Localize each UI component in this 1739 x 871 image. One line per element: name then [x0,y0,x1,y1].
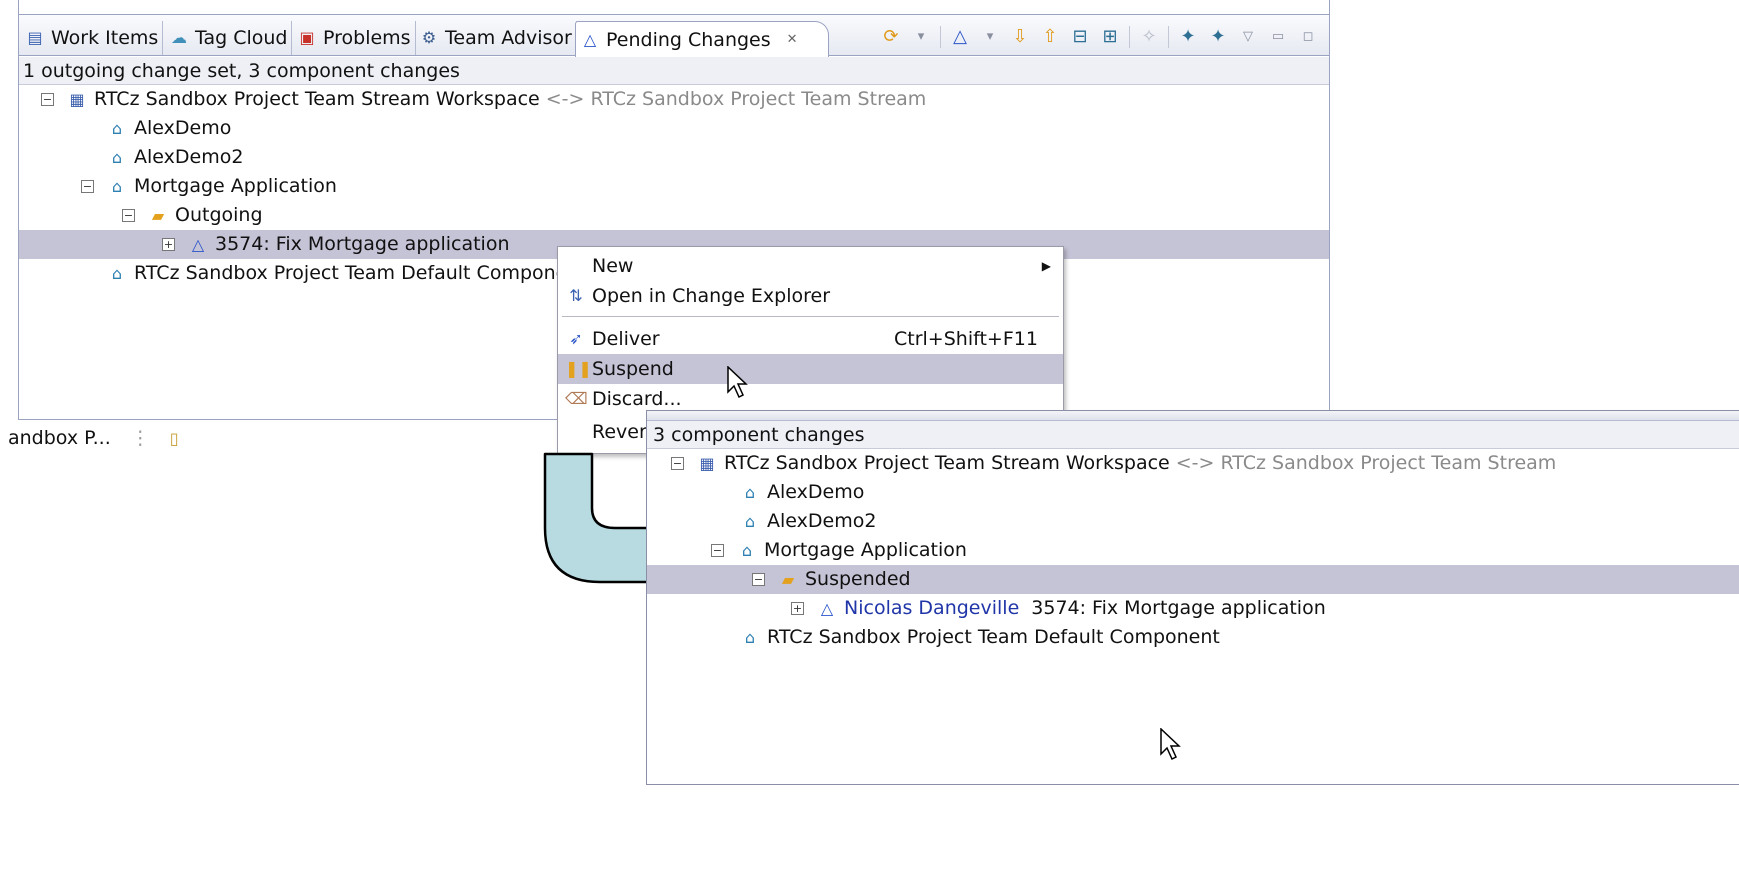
chevron-down-icon[interactable]: ▾ [910,26,932,48]
collapse-icon[interactable]: − [711,544,724,557]
discard-icon: ⌫ [565,389,588,408]
tree-row-component[interactable]: − ⌂ Mortgage Application [19,172,1329,201]
collapse-all-icon[interactable]: ⊟ [1069,26,1091,48]
tree-row-workspace[interactable]: − ▦ RTCz Sandbox Project Team Stream Wor… [647,449,1739,478]
component-icon: ⌂ [111,118,123,138]
tab-pending-changes[interactable]: △ Pending Changes ✕ [575,21,829,57]
maximize-icon[interactable]: ◻ [1297,26,1319,48]
deliver-icon: ➶ [569,329,583,348]
outgoing-folder-icon: ▰ [151,205,165,225]
tree-row-suspended-folder[interactable]: − ▰ Suspended [647,565,1739,594]
collapse-icon[interactable]: − [41,93,54,106]
component-icon: ⌂ [111,176,123,196]
toolbar-separator [940,26,941,48]
component-icon: ⌂ [111,147,123,167]
toolbar-separator [1129,26,1130,48]
minimize-icon[interactable]: ▭ [1267,26,1289,48]
new-item-icon[interactable]: ▯ [170,429,179,448]
view-status: 3 component changes [647,421,1739,449]
change-set-icon: △ [191,234,205,254]
component-icon: ⌂ [744,511,756,531]
view-tab-bar [647,411,1739,421]
view-status: 1 outgoing change set, 3 component chang… [19,57,1329,85]
suspend-icon: ❚❚ [565,359,592,378]
menu-item-new[interactable]: New ▶ [558,251,1063,281]
refresh-icon[interactable]: ⟳ [880,26,902,48]
menu-item-suspend[interactable]: ❚❚ Suspend [558,354,1063,384]
view-toolbar: ⟳ ▾ △ ▾ ⇩ ⇧ ⊟ ⊞ ✧ ✦ ✦ ▽ ▭ ◻ [880,23,1319,51]
tree-row-component[interactable]: ⌂ AlexDemo [19,114,1329,143]
accept-icon[interactable]: ✧ [1138,26,1160,48]
component-icon: ⌂ [744,627,756,647]
change-explorer-icon: ⇅ [569,286,583,305]
work-items-icon: ▤ [27,28,43,47]
deliver-all-icon[interactable]: ✦ [1177,26,1199,48]
problems-icon: ▣ [299,28,315,47]
menu-item-open-in-change-explorer[interactable]: ⇅ Open in Change Explorer [558,281,1063,311]
tree-row-component[interactable]: ⌂ AlexDemo2 [647,507,1739,536]
collapse-icon[interactable]: − [122,209,135,222]
pending-changes-view-after: 3 component changes − ▦ RTCz Sandbox Pro… [646,410,1739,785]
tree-row-outgoing-folder[interactable]: − ▰ Outgoing [19,201,1329,230]
separator-dots: ⋮ [130,427,150,449]
accept-all-icon[interactable]: ✦ [1207,26,1229,48]
view-menu-icon[interactable]: ▽ [1237,26,1259,48]
outgoing-arrow-icon[interactable]: ⇧ [1039,26,1061,48]
change-set-icon[interactable]: △ [949,26,971,48]
menu-separator [562,316,1059,317]
tab-team-advisor[interactable]: ⚙ Team Advisor [415,21,577,55]
tree-row-component[interactable]: ⌂ AlexDemo2 [19,143,1329,172]
mouse-cursor-icon [727,366,748,399]
toolbar-separator [1168,26,1169,48]
component-icon: ⌂ [744,482,756,502]
mouse-cursor-icon [1160,728,1181,761]
collapse-icon[interactable]: − [81,180,94,193]
suspended-folder-icon: ▰ [781,569,795,589]
tree-row-component[interactable]: ⌂ RTCz Sandbox Project Team Default Comp… [647,623,1739,652]
expand-all-icon[interactable]: ⊞ [1099,26,1121,48]
component-icon: ⌂ [111,263,123,283]
expand-icon[interactable]: + [162,238,175,251]
pending-changes-icon: △ [583,29,597,49]
menu-item-deliver[interactable]: ➶ Deliver Ctrl+Shift+F11 [558,324,1063,354]
tree-row-change-set[interactable]: + △ Nicolas Dangeville 3574: Fix Mortgag… [647,594,1739,623]
tag-cloud-icon: ☁ [171,28,187,47]
pending-changes-tree: − ▦ RTCz Sandbox Project Team Stream Wor… [647,449,1739,652]
workspace-icon: ▦ [69,89,85,109]
tree-row-workspace[interactable]: − ▦ RTCz Sandbox Project Team Stream Wor… [19,85,1329,114]
change-set-icon: △ [820,598,834,618]
tab-tag-cloud[interactable]: ☁ Tag Cloud [165,21,293,55]
expand-icon[interactable]: + [791,602,804,615]
incoming-arrow-icon[interactable]: ⇩ [1009,26,1031,48]
submenu-arrow-icon: ▶ [1041,259,1051,273]
component-icon: ⌂ [741,540,753,560]
tab-problems[interactable]: ▣ Problems [293,21,416,55]
tree-row-component[interactable]: − ⌂ Mortgage Application [647,536,1739,565]
team-advisor-icon: ⚙ [421,28,437,47]
collapse-icon[interactable]: − [752,573,765,586]
view-tab-bar: ▤ Work Items ☁ Tag Cloud ▣ Problems ⚙ Te… [19,14,1329,57]
chevron-down-icon[interactable]: ▾ [979,26,1001,48]
close-icon[interactable]: ✕ [787,32,798,47]
collapse-icon[interactable]: − [671,457,684,470]
tab-work-items[interactable]: ▤ Work Items [21,21,164,55]
tree-row-component[interactable]: ⌂ AlexDemo [647,478,1739,507]
workspace-icon: ▦ [699,453,715,473]
